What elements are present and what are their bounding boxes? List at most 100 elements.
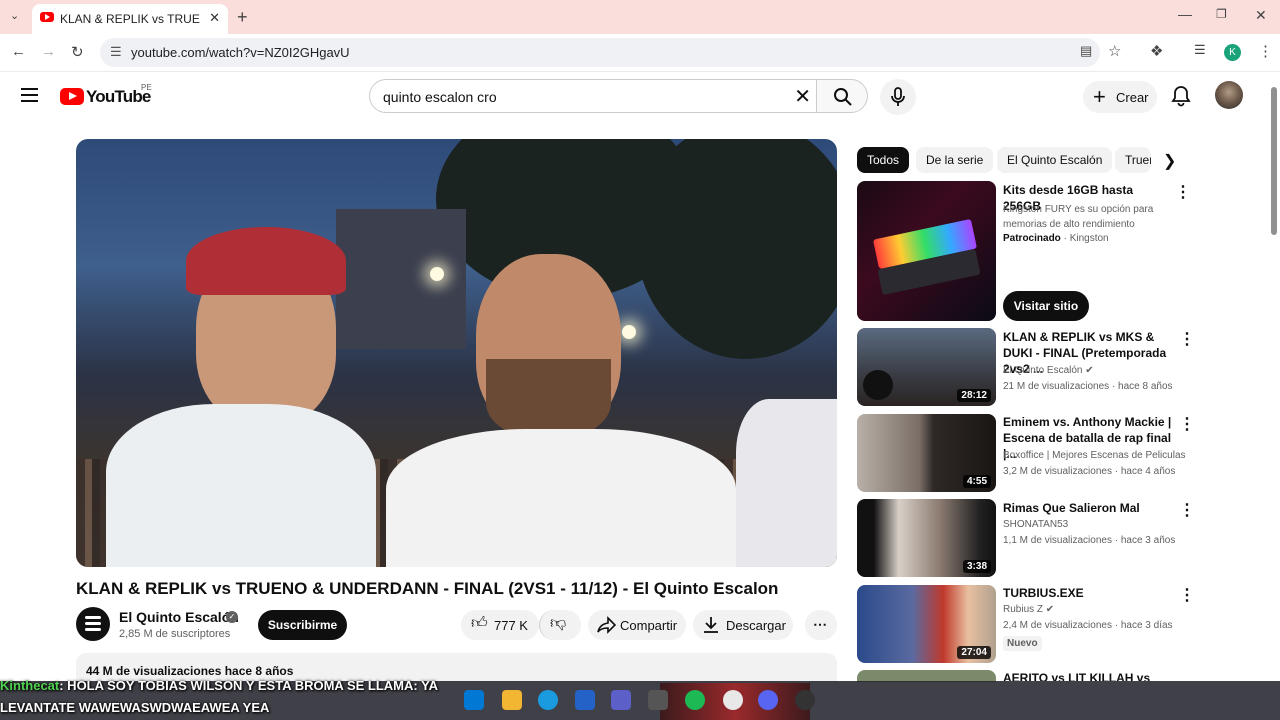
like-button[interactable]: 👍︎ 777 K bbox=[461, 610, 539, 640]
bookmark-star-icon[interactable]: ☆ bbox=[1108, 42, 1121, 60]
page-scrollbar[interactable] bbox=[1268, 73, 1280, 681]
video-scene-beard bbox=[486, 359, 611, 439]
share-label: Compartir bbox=[620, 618, 678, 633]
share-button[interactable]: Compartir bbox=[588, 610, 686, 640]
edge-icon[interactable] bbox=[538, 690, 558, 710]
related-thumbnail[interactable]: 27:04 bbox=[857, 585, 996, 663]
youtube-logo[interactable]: YouTube PE bbox=[60, 83, 152, 107]
youtube-play-icon bbox=[60, 88, 84, 105]
app-icon[interactable] bbox=[648, 690, 668, 710]
minimize-icon[interactable]: — bbox=[1178, 6, 1192, 22]
more-icon[interactable]: ⋮ bbox=[1179, 414, 1195, 434]
browser-tab-strip: ⌄ KLAN & REPLIK vs TRUENO & U ✕ + — ❐ ✕ bbox=[0, 0, 1280, 34]
more-icon[interactable]: ⋮ bbox=[1179, 500, 1195, 520]
more-icon[interactable]: ⋮ bbox=[1175, 182, 1191, 202]
related-meta: 21 M de visualizaciones · hace 8 años bbox=[1003, 381, 1173, 392]
youtube-favicon-icon bbox=[40, 12, 54, 22]
search-input[interactable]: quinto escalon cro ✕ bbox=[369, 79, 817, 113]
related-meta: 1,1 M de visualizaciones · hace 3 años bbox=[1003, 535, 1176, 546]
create-button[interactable]: + Crear bbox=[1083, 81, 1157, 113]
tab-search-icon[interactable]: ⌄ bbox=[10, 9, 19, 22]
extensions-icon[interactable]: ❖ bbox=[1150, 42, 1163, 60]
app-icon[interactable] bbox=[795, 690, 815, 710]
verified-icon: ✔ bbox=[1045, 604, 1055, 615]
bell-icon[interactable] bbox=[1170, 85, 1192, 107]
mouse-cursor bbox=[20, 466, 26, 476]
more-actions-button[interactable]: ⋯ bbox=[805, 610, 837, 640]
related-thumbnail[interactable]: 3:38 bbox=[857, 499, 996, 577]
duration-badge: 28:12 bbox=[957, 389, 991, 402]
restore-icon[interactable]: ❐ bbox=[1216, 7, 1227, 21]
account-avatar[interactable] bbox=[1215, 81, 1243, 109]
related-channel: SHONATAN53 bbox=[1003, 519, 1069, 530]
related-channel: Boxoffice | Mejores Escenas de Peliculas bbox=[1003, 450, 1186, 461]
video-player[interactable] bbox=[76, 139, 837, 567]
duration-badge: 3:38 bbox=[962, 560, 991, 573]
window-close-icon[interactable]: ✕ bbox=[1255, 7, 1267, 24]
chrome-icon[interactable] bbox=[723, 690, 743, 710]
video-scene-light bbox=[430, 267, 444, 281]
chip-trueno[interactable]: Trueno bbox=[1115, 147, 1151, 173]
reload-icon[interactable]: ↻ bbox=[71, 43, 84, 61]
browser-tab[interactable]: KLAN & REPLIK vs TRUENO & U ✕ bbox=[32, 4, 228, 34]
related-title[interactable]: Rimas Que Salieron Mal bbox=[1003, 500, 1173, 516]
advertiser-name: Kingston bbox=[1069, 233, 1109, 244]
back-icon[interactable]: ← bbox=[11, 43, 26, 60]
chip-todos[interactable]: Todos bbox=[857, 147, 910, 173]
channel-avatar[interactable] bbox=[76, 607, 110, 641]
related-thumbnail[interactable]: 4:55 bbox=[857, 414, 996, 492]
search-button[interactable] bbox=[816, 79, 868, 113]
more-icon[interactable]: ⋮ bbox=[1179, 585, 1195, 605]
video-scene-building bbox=[336, 209, 466, 349]
video-scene-shirt bbox=[106, 404, 376, 567]
search-query[interactable]: quinto escalon cro bbox=[383, 89, 497, 105]
related-title[interactable]: AERITO vs LIT KILLAH vs bbox=[1003, 670, 1173, 681]
channel-name[interactable]: El Quinto Escalón bbox=[119, 609, 239, 625]
search-icon bbox=[834, 88, 852, 106]
chevron-right-icon[interactable]: ❯ bbox=[1163, 151, 1176, 171]
like-icon: 👍︎ bbox=[471, 615, 488, 632]
chip-de-la-serie[interactable]: De la serie bbox=[916, 147, 994, 173]
voice-search-button[interactable] bbox=[880, 79, 916, 115]
dislike-button[interactable]: 👎︎ bbox=[539, 610, 581, 640]
subscribe-button[interactable]: Suscribirme bbox=[258, 610, 347, 640]
related-thumbnail[interactable]: 28:12 bbox=[857, 328, 996, 406]
scroll-thumb[interactable] bbox=[1271, 87, 1277, 235]
discord-icon[interactable] bbox=[758, 690, 778, 710]
site-info-icon[interactable]: ☰ bbox=[110, 44, 122, 60]
clear-search-icon[interactable]: ✕ bbox=[794, 84, 811, 109]
download-button[interactable]: Descargar bbox=[693, 610, 793, 640]
chrome-menu-icon[interactable]: ⋮ bbox=[1258, 42, 1273, 60]
url-text[interactable]: youtube.com/watch?v=NZ0I2GHgavU bbox=[131, 45, 350, 60]
video-scene-shirt bbox=[386, 429, 736, 567]
download-icon bbox=[704, 617, 718, 633]
new-tab-icon[interactable]: + bbox=[237, 7, 248, 28]
chip-el-quinto-escalon[interactable]: El Quinto Escalón bbox=[997, 147, 1113, 173]
like-count: 777 K bbox=[494, 618, 528, 633]
stream-chat-overlay: Kinthecat: HOLA SOY TOBIAS WILSON Y ESTA… bbox=[0, 675, 500, 719]
new-badge: Nuevo bbox=[1003, 636, 1042, 651]
omnibox[interactable]: ☰ youtube.com/watch?v=NZ0I2GHgavU bbox=[100, 38, 1100, 67]
verified-icon: ✔ bbox=[1085, 365, 1094, 376]
more-icon[interactable]: ⋮ bbox=[1179, 329, 1195, 349]
ad-thumbnail[interactable] bbox=[857, 181, 996, 321]
tab-close-icon[interactable]: ✕ bbox=[209, 10, 220, 26]
dislike-icon: 👎︎ bbox=[550, 615, 567, 632]
youtube-header: YouTube PE quinto escalon cro ✕ + Crear bbox=[0, 73, 1270, 119]
related-title[interactable]: TURBIUS.EXE bbox=[1003, 585, 1173, 601]
visit-site-button[interactable]: Visitar sitio bbox=[1003, 291, 1089, 321]
chat-username: Kinthecat bbox=[0, 678, 60, 693]
sponsored-label: Patrocinado bbox=[1003, 233, 1061, 244]
video-scene-cap bbox=[186, 227, 346, 295]
chat-message: : HOLA SOY TOBIAS WILSON Y ESTA BROMA SE… bbox=[0, 678, 438, 715]
mic-icon bbox=[891, 87, 905, 106]
menu-icon[interactable] bbox=[21, 88, 38, 102]
spotify-icon[interactable] bbox=[685, 690, 705, 710]
teams-icon[interactable] bbox=[611, 690, 631, 710]
profile-avatar[interactable]: K bbox=[1224, 44, 1241, 61]
forward-icon[interactable]: → bbox=[41, 43, 56, 60]
file-explorer-icon[interactable] bbox=[502, 690, 522, 710]
media-icon[interactable]: ☰ bbox=[1194, 42, 1206, 58]
install-icon[interactable]: ▤ bbox=[1080, 43, 1092, 59]
store-icon[interactable] bbox=[575, 690, 595, 710]
